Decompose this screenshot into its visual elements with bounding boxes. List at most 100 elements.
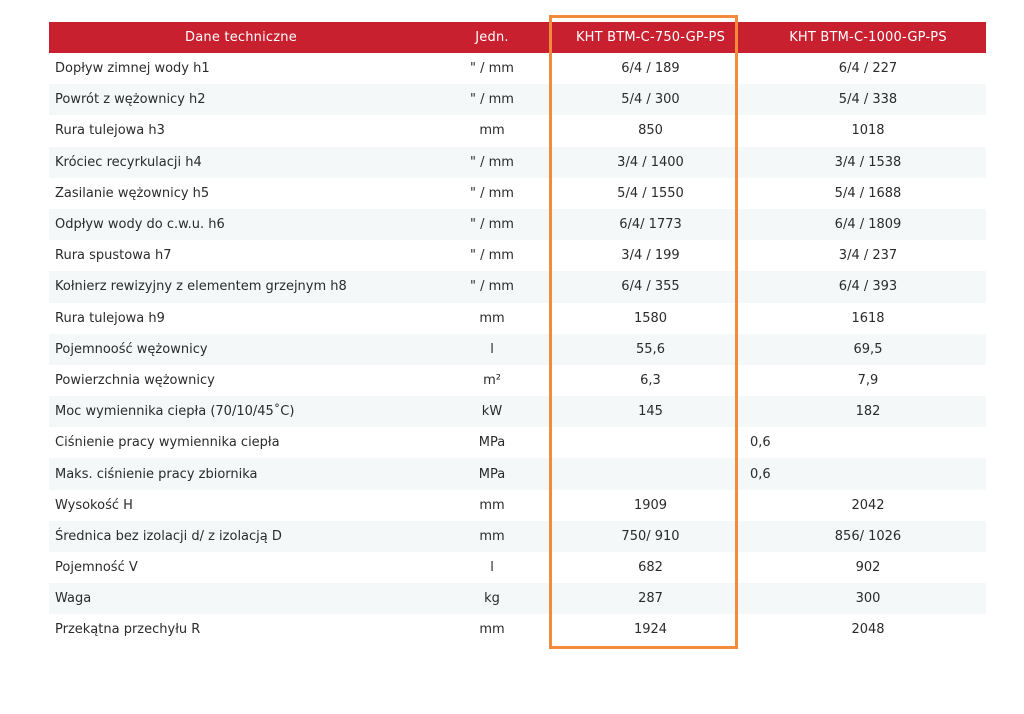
unit-cell: MPa [433, 427, 551, 459]
table-row: Króciec recyrkulacji h4 " / mm 3/4 / 1400 3… [49, 146, 986, 178]
value-750-cell: 3/4 / 199 [551, 240, 750, 272]
unit-cell: l [433, 333, 551, 365]
value-750-cell: 682 [551, 552, 750, 584]
value-1000-cell: 856/ 1026 [750, 520, 986, 552]
value-750-cell [551, 427, 750, 459]
table-row: Rura tulejowa h9 mm 1580 1618 [49, 302, 986, 334]
spec-name-cell: Waga [49, 583, 433, 615]
spec-name-cell: Wysokość H [49, 489, 433, 521]
table-row: Kołnierz rewizyjny z elementem grzejnym … [49, 271, 986, 303]
value-750-cell: 5/4 / 300 [551, 84, 750, 116]
spec-name-cell: Pojemnoość wężownicy [49, 333, 433, 365]
value-750-cell: 750/ 910 [551, 520, 750, 552]
value-1000-cell: 6/4 / 393 [750, 271, 986, 303]
value-1000-cell: 0,6 [750, 427, 986, 459]
table-row: Powrót z wężownicy h2 " / mm 5/4 / 300 5/4 … [49, 84, 986, 116]
spec-name-cell: Maks. ciśnienie pracy zbiornika [49, 458, 433, 490]
table-row: Powierzchnia wężownicy m² 6,3 7,9 [49, 364, 986, 397]
value-750-cell: 6/4/ 1773 [551, 208, 750, 241]
unit-cell: " / mm [433, 84, 551, 116]
spec-name-cell: Rura spustowa h7 [49, 240, 433, 272]
spec-name-cell: Dopływ zimnej wody h1 [49, 53, 433, 85]
spec-name-cell: Przekątna przechyłu R [49, 614, 433, 646]
table-row: Maks. ciśnienie pracy zbiornika MPa 0,6 [49, 458, 986, 490]
unit-cell: " / mm [433, 271, 551, 303]
value-750-cell [551, 458, 750, 490]
value-1000-cell: 5/4 / 338 [750, 84, 986, 116]
spec-name-cell: Rura tulejowa h9 [49, 302, 433, 334]
value-750-cell: 850 [551, 115, 750, 147]
value-1000-cell: 69,5 [750, 333, 986, 365]
value-1000-cell: 2048 [750, 614, 986, 646]
table-row: Zasilanie wężownicy h5 " / mm 5/4 / 1550 5/… [49, 177, 986, 209]
spec-name-cell: Powierzchnia wężownicy [49, 364, 433, 397]
unit-cell: " / mm [433, 240, 551, 272]
header-model-750: KHT BTM-C-750-GP-PS [551, 22, 750, 53]
unit-cell: " / mm [433, 53, 551, 85]
unit-cell: mm [433, 614, 551, 646]
unit-cell: l [433, 552, 551, 584]
value-750-cell: 1580 [551, 302, 750, 334]
table-row: Przekątna przechyłu Rmm 1924 2048 [49, 614, 986, 646]
spec-name-cell: Średnica bez izolacji d/ z izolacją D [49, 520, 433, 552]
value-1000-cell: 7,9 [750, 364, 986, 397]
spec-name-cell: Króciec recyrkulacji h4 [49, 146, 433, 178]
value-1000-cell: 6/4 / 227 [750, 53, 986, 85]
spec-name-cell: Powrót z wężownicy h2 [49, 84, 433, 116]
value-1000-cell: 1618 [750, 302, 986, 334]
value-750-cell: 55,6 [551, 333, 750, 365]
table-row: Średnica bez izolacji d/ z izolacją Dmm 7… [49, 520, 986, 552]
value-1000-cell: 182 [750, 396, 986, 428]
table-row: Pojemnoość wężownicy l 55,6 69,5 [49, 333, 986, 365]
header-specification: Dane techniczne [49, 22, 433, 53]
table-row: Moc wymiennika ciepła (70/10/45˚C) kW 145 1… [49, 396, 986, 428]
table-row: Pojemność Vl 682 902 [49, 552, 986, 584]
unit-cell: MPa [433, 458, 551, 490]
value-1000-cell: 0,6 [750, 458, 986, 490]
spec-name-cell: Kołnierz rewizyjny z elementem grzejnym … [49, 271, 433, 303]
unit-cell: mm [433, 302, 551, 334]
value-1000-cell: 902 [750, 552, 986, 584]
value-1000-cell: 3/4 / 1538 [750, 146, 986, 178]
unit-cell: mm [433, 520, 551, 552]
value-750-cell: 1924 [551, 614, 750, 646]
value-1000-cell: 300 [750, 583, 986, 615]
table-body: Dopływ zimnej wody h1 " / mm 6/4 / 189 6/4 … [49, 53, 986, 646]
value-1000-cell: 5/4 / 1688 [750, 177, 986, 209]
value-750-cell: 287 [551, 583, 750, 615]
value-750-cell: 145 [551, 396, 750, 428]
header-unit: Jedn. [433, 22, 551, 53]
unit-cell: " / mm [433, 208, 551, 241]
header-model-1000: KHT BTM-C-1000-GP-PS [750, 22, 986, 53]
table-row: Waga kg 287 300 [49, 583, 986, 615]
table-header-row: Dane techniczne Jedn. KHT BTM-C-750-GP-P… [49, 22, 986, 53]
table-row: Rura spustowa h7 " / mm 3/4 / 199 3/4 / 237 [49, 240, 986, 272]
value-750-cell: 6/4 / 189 [551, 53, 750, 85]
unit-cell: mm [433, 115, 551, 147]
value-1000-cell: 1018 [750, 115, 986, 147]
unit-cell: m² [433, 364, 551, 397]
table-row: Dopływ zimnej wody h1 " / mm 6/4 / 189 6/4 … [49, 53, 986, 85]
tech-data-table: Dane techniczne Jedn. KHT BTM-C-750-GP-P… [49, 22, 986, 646]
spec-name-cell: Moc wymiennika ciepła (70/10/45˚C) [49, 396, 433, 428]
value-750-cell: 3/4 / 1400 [551, 146, 750, 178]
unit-cell: kg [433, 583, 551, 615]
spec-name-cell: Odpływ wody do c.w.u. h6 [49, 208, 433, 241]
table-row: Ciśnienie pracy wymiennika ciepła MPa 0,6 [49, 427, 986, 459]
unit-cell: " / mm [433, 146, 551, 178]
value-750-cell: 1909 [551, 489, 750, 521]
table-row: Rura tulejowa h3 mm 850 1018 [49, 115, 986, 147]
table-row: Wysokość Hmm 1909 2042 [49, 489, 986, 521]
unit-cell: kW [433, 396, 551, 428]
value-750-cell: 6,3 [551, 364, 750, 397]
value-750-cell: 6/4 / 355 [551, 271, 750, 303]
spec-name-cell: Zasilanie wężownicy h5 [49, 177, 433, 209]
unit-cell: " / mm [433, 177, 551, 209]
value-1000-cell: 3/4 / 237 [750, 240, 986, 272]
value-750-cell: 5/4 / 1550 [551, 177, 750, 209]
value-1000-cell: 2042 [750, 489, 986, 521]
spec-name-cell: Ciśnienie pracy wymiennika ciepła [49, 427, 433, 459]
unit-cell: mm [433, 489, 551, 521]
spec-name-cell: Pojemność V [49, 552, 433, 584]
table-row: Odpływ wody do c.w.u. h6 " / mm 6/4/ 1773 6… [49, 208, 986, 241]
